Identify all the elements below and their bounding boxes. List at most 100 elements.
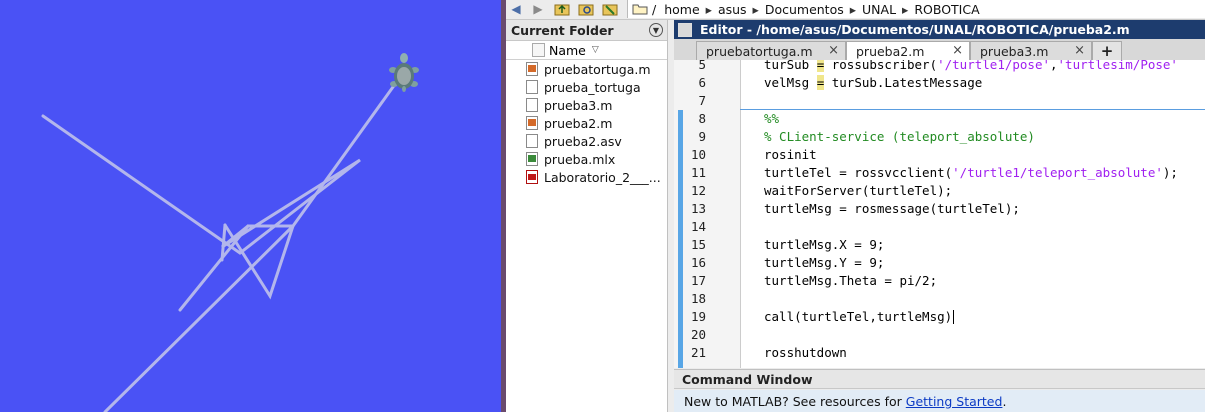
- back-arrow-icon[interactable]: ◀: [508, 1, 524, 17]
- pdf-file-icon: [526, 170, 538, 184]
- trail-segment: [41, 114, 361, 300]
- code-text: turtleMsg.X = 9;: [764, 237, 885, 252]
- breadcrumb-item[interactable]: home: [660, 2, 703, 17]
- code-text: call(turtleTel,turtleMsg): [764, 309, 953, 324]
- trail-segment: [291, 78, 400, 228]
- code-line[interactable]: 21 rosshutdown: [674, 344, 1205, 362]
- turtle-icon: [389, 53, 419, 92]
- breadcrumb-separator-icon: ▸: [705, 1, 712, 17]
- code-text: turtleMsg = rosmessage(turtleTel);: [764, 201, 1020, 216]
- code-text: waitForServer(turtleTel);: [764, 183, 953, 198]
- code-line[interactable]: 6 velMsg = turSub.LatestMessage: [674, 74, 1205, 92]
- column-checkbox-icon: [532, 43, 545, 57]
- file-item[interactable]: Laboratorio_2___...: [506, 168, 667, 186]
- code-text: turSub = rossubscriber('/turtle1/pose','…: [764, 60, 1178, 74]
- breadcrumb-separator-icon: ▸: [849, 1, 857, 17]
- tab-pruebatortuga[interactable]: pruebatortuga.m ×: [696, 41, 846, 60]
- browse-folder-icon[interactable]: [578, 1, 594, 17]
- editor-tabs: pruebatortuga.m × prueba2.m × prueba3.m …: [674, 39, 1205, 61]
- file-item[interactable]: prueba2.m: [506, 114, 667, 132]
- file-icon: [526, 98, 538, 112]
- code-line[interactable]: 17 turtleMsg.Theta = pi/2;: [674, 272, 1205, 290]
- code-area[interactable]: 5 turSub = rossubscriber('/turtle1/pose',…: [674, 60, 1205, 368]
- line-number: 11: [690, 165, 706, 180]
- breadcrumb-separator-icon: ▸: [752, 1, 759, 17]
- code-line[interactable]: 19 call(turtleTel,turtleMsg): [674, 308, 1205, 326]
- panel-title: Current Folder ▼: [506, 20, 667, 41]
- code-text: % CLient-service (teleport_absolute): [764, 129, 1035, 144]
- matlab-window: ◀ ▶ / home ▸ asus ▸ Documentos ▸ UNAL ▸ …: [506, 0, 1205, 412]
- close-icon[interactable]: ×: [828, 43, 839, 58]
- add-tab-button[interactable]: +: [1092, 41, 1122, 60]
- code-line[interactable]: 13 turtleMsg = rosmessage(turtleTel);: [674, 200, 1205, 218]
- file-item[interactable]: prueba_tortuga: [506, 78, 667, 96]
- editor-title: Editor - /home/asus/Documentos/UNAL/ROBO…: [700, 22, 1130, 37]
- close-icon[interactable]: ×: [1074, 43, 1085, 58]
- message-text: New to MATLAB? See resources for: [684, 393, 902, 409]
- code-text: rosinit: [764, 147, 817, 162]
- code-line[interactable]: 14: [674, 218, 1205, 236]
- code-line[interactable]: 8%%: [674, 110, 1205, 128]
- code-text: turtleMsg.Theta = pi/2;: [764, 273, 938, 288]
- line-number: 12: [690, 183, 706, 198]
- current-folder-panel: Current Folder ▼ Name ▽ pruebatortuga.m …: [506, 20, 668, 412]
- breadcrumb-item[interactable]: /: [648, 2, 660, 17]
- tab-label: prueba2.m: [856, 43, 925, 59]
- file-list: pruebatortuga.m prueba_tortuga prueba3.m…: [506, 60, 667, 186]
- file-name: prueba3.m: [544, 97, 613, 113]
- turtle-trail: [41, 53, 419, 412]
- breadcrumb-item[interactable]: UNAL: [858, 2, 900, 17]
- file-item[interactable]: pruebatortuga.m: [506, 60, 667, 78]
- tab-prueba3[interactable]: prueba3.m ×: [970, 41, 1092, 60]
- m-file-icon: [526, 62, 538, 76]
- line-number: 9: [698, 129, 706, 144]
- address-bar[interactable]: / home ▸ asus ▸ Documentos ▸ UNAL ▸ ROBO…: [627, 0, 1205, 18]
- new-folder-icon[interactable]: [602, 1, 618, 17]
- line-number: 21: [690, 345, 706, 360]
- close-icon[interactable]: ×: [952, 43, 963, 58]
- m-file-icon: [526, 116, 538, 130]
- breadcrumb-separator-icon: ▸: [902, 1, 909, 17]
- tab-label: pruebatortuga.m: [706, 43, 813, 59]
- column-header-name[interactable]: Name ▽: [506, 41, 667, 60]
- file-item[interactable]: prueba3.m: [506, 96, 667, 114]
- line-number: 5: [698, 60, 706, 72]
- command-window-message: New to MATLAB? See resources for Getting…: [674, 390, 1205, 412]
- file-item[interactable]: prueba.mlx: [506, 150, 667, 168]
- breadcrumb-item[interactable]: Documentos: [761, 2, 848, 17]
- turtlesim-canvas: [0, 0, 501, 412]
- file-name: pruebatortuga.m: [544, 61, 651, 77]
- code-line[interactable]: 12 waitForServer(turtleTel);: [674, 182, 1205, 200]
- panel-menu-icon[interactable]: ▼: [649, 23, 663, 37]
- tab-label: prueba3.m: [980, 43, 1049, 59]
- mlx-file-icon: [526, 152, 538, 166]
- line-number: 10: [690, 147, 706, 162]
- line-number: 8: [698, 111, 706, 126]
- code-line[interactable]: 20: [674, 326, 1205, 344]
- code-line[interactable]: 11 turtleTel = rossvcclient('/turtle1/tel…: [674, 164, 1205, 182]
- getting-started-link[interactable]: Getting Started: [906, 394, 1003, 409]
- editor-panel: Editor - /home/asus/Documentos/UNAL/ROBO…: [674, 20, 1205, 368]
- breadcrumb-item[interactable]: asus: [714, 2, 751, 17]
- file-icon: [526, 134, 538, 148]
- code-line[interactable]: 16 turtleMsg.Y = 9;: [674, 254, 1205, 272]
- forward-arrow-icon[interactable]: ▶: [530, 1, 546, 17]
- code-line[interactable]: 10 rosinit: [674, 146, 1205, 164]
- up-folder-icon[interactable]: [554, 1, 570, 17]
- file-name: Laboratorio_2___...: [544, 169, 661, 185]
- sort-icon: ▽: [591, 45, 599, 55]
- file-item[interactable]: prueba2.asv: [506, 132, 667, 150]
- code-line[interactable]: 18: [674, 290, 1205, 308]
- line-number: 7: [698, 93, 706, 108]
- code-line[interactable]: 15 turtleMsg.X = 9;: [674, 236, 1205, 254]
- tab-prueba2[interactable]: prueba2.m ×: [846, 41, 970, 60]
- toolbar: ◀ ▶ / home ▸ asus ▸ Documentos ▸ UNAL ▸ …: [506, 0, 1205, 20]
- code-line[interactable]: 9 % CLient-service (teleport_absolute): [674, 128, 1205, 146]
- code-line[interactable]: 7: [674, 92, 1205, 110]
- file-icon: [526, 80, 538, 94]
- trail-segment: [178, 224, 250, 312]
- code-line[interactable]: 5 turSub = rossubscriber('/turtle1/pose',…: [674, 60, 1205, 74]
- line-number: 13: [690, 201, 706, 216]
- trail-segment: [103, 224, 295, 412]
- breadcrumb-item[interactable]: ROBOTICA: [910, 2, 983, 17]
